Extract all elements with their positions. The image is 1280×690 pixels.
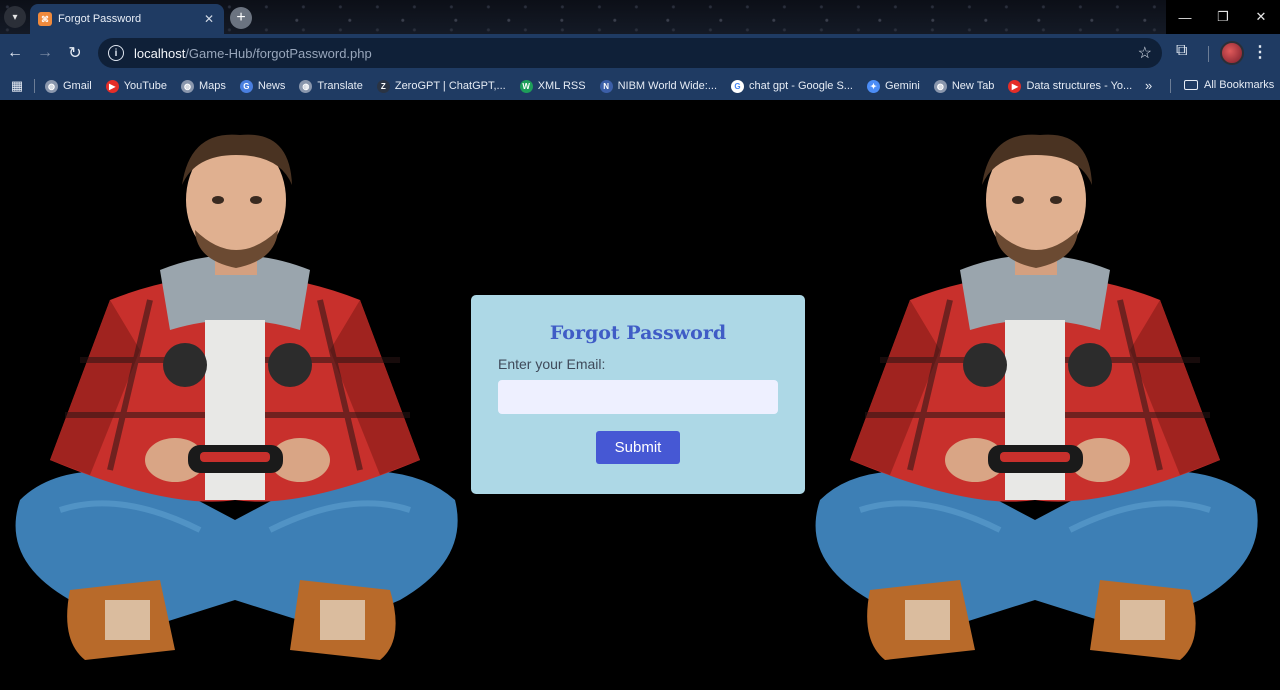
bookmark-star-icon[interactable]: ☆ bbox=[1138, 43, 1152, 63]
bookmark-label: Data structures - Yo... bbox=[1026, 80, 1133, 92]
bookmark-item[interactable]: ▶ YouTube bbox=[105, 79, 167, 93]
bookmark-label: XML RSS bbox=[537, 80, 586, 92]
zerogpt-icon: Z bbox=[376, 79, 390, 93]
bookmark-item[interactable]: N NIBM World Wide:... bbox=[599, 79, 718, 93]
globe-icon: ◍ bbox=[933, 79, 947, 93]
youtube-icon: ▶ bbox=[1008, 79, 1022, 93]
tab-strip: ▾ ⌘ Forgot Password ✕ + — ❐ ✕ bbox=[0, 0, 1280, 34]
bookmark-item[interactable]: Gchat gpt - Google S... bbox=[731, 79, 853, 93]
close-window-icon[interactable]: ✕ bbox=[1242, 0, 1280, 34]
tab-active[interactable]: ⌘ Forgot Password ✕ bbox=[30, 4, 224, 34]
new-tab-button[interactable]: + bbox=[230, 7, 252, 29]
folder-icon bbox=[1184, 80, 1198, 90]
gamer-illustration-left bbox=[15, 134, 458, 660]
restore-icon[interactable]: ❐ bbox=[1204, 0, 1242, 34]
address-bar[interactable]: i localhost/Game-Hub/forgotPassword.php … bbox=[98, 38, 1162, 68]
extensions-icon[interactable]: ⧉ bbox=[1176, 42, 1187, 60]
bookmark-item[interactable]: Z ZeroGPT | ChatGPT,... bbox=[376, 79, 506, 93]
bookmark-item[interactable]: ◍ New Tab bbox=[933, 79, 995, 93]
more-menu-icon[interactable]: ⋮ bbox=[1252, 42, 1268, 62]
url-path: /Game-Hub/forgotPassword.php bbox=[185, 45, 372, 61]
bookmark-label: Translate bbox=[317, 80, 363, 92]
tab-search-icon[interactable]: ▾ bbox=[4, 6, 26, 28]
profile-avatar[interactable] bbox=[1220, 41, 1244, 65]
bookmark-label: NIBM World Wide:... bbox=[617, 80, 718, 92]
page-viewport: Forgot Password Enter your Email: Submit bbox=[0, 100, 1280, 690]
bookmarks-bar: ▦ ◍ Gmail ▶ YouTube ◍ Maps G News ◍ Translate Z Zer… bbox=[0, 72, 1280, 100]
back-icon[interactable]: ← bbox=[0, 38, 30, 68]
google-news-icon: G bbox=[239, 79, 253, 93]
bookmark-label: News bbox=[257, 80, 286, 92]
bookmark-item[interactable]: ✦ Gemini bbox=[866, 79, 920, 93]
email-label: Enter your Email: bbox=[498, 356, 606, 372]
bookmark-item[interactable]: ▶ Data structures - Yo... bbox=[1008, 79, 1133, 93]
xampp-favicon-icon: ⌘ bbox=[38, 12, 52, 26]
bookmark-item[interactable]: G News bbox=[239, 79, 286, 93]
forward-icon[interactable]: → bbox=[30, 38, 60, 68]
url-host: localhost bbox=[134, 45, 186, 61]
w-icon: W bbox=[519, 79, 533, 93]
site-info-icon[interactable]: i bbox=[108, 45, 124, 61]
more-bookmarks-icon[interactable]: » bbox=[1145, 78, 1152, 93]
bookmark-item[interactable]: ◍ Maps bbox=[180, 79, 226, 93]
bookmark-label: Gmail bbox=[63, 80, 92, 92]
email-input[interactable] bbox=[498, 380, 778, 414]
page-title: Forgot Password bbox=[549, 322, 727, 344]
bookmarks-divider bbox=[34, 79, 35, 93]
apps-grid-icon[interactable]: ▦ bbox=[0, 78, 34, 94]
youtube-icon: ▶ bbox=[105, 79, 119, 93]
bookmark-label: Gemini bbox=[884, 80, 920, 92]
google-icon: G bbox=[731, 79, 745, 93]
bookmark-label: chat gpt - Google S... bbox=[749, 80, 853, 92]
reload-icon[interactable]: ↻ bbox=[60, 38, 90, 68]
globe-icon: ◍ bbox=[180, 79, 194, 93]
bookmark-item[interactable]: ◍ Gmail bbox=[45, 79, 92, 93]
minimize-icon[interactable]: — bbox=[1166, 0, 1204, 34]
window-controls: — ❐ ✕ bbox=[1166, 0, 1280, 34]
bookmark-label: New Tab bbox=[951, 80, 995, 92]
bookmarks-divider bbox=[1170, 79, 1171, 93]
all-bookmarks-button[interactable]: All Bookmarks bbox=[1184, 79, 1274, 91]
bookmark-list: ◍ Gmail ▶ YouTube ◍ Maps G News ◍ Translate Z ZeroG… bbox=[45, 79, 1146, 93]
globe-icon: ◍ bbox=[45, 79, 58, 93]
toolbar-divider bbox=[1208, 46, 1209, 62]
all-bookmarks-label: All Bookmarks bbox=[1204, 79, 1275, 91]
forgot-password-card: Forgot Password Enter your Email: Submit bbox=[471, 295, 805, 494]
tab-title: Forgot Password bbox=[58, 13, 142, 25]
submit-button[interactable]: Submit bbox=[596, 431, 680, 464]
bookmark-item[interactable]: W XML RSS bbox=[519, 79, 586, 93]
bookmark-label: ZeroGPT | ChatGPT,... bbox=[394, 80, 506, 92]
gamer-illustration-right bbox=[800, 130, 1270, 670]
bookmark-label: Maps bbox=[198, 80, 226, 92]
browser-toolbar: ← → ↻ i localhost/Game-Hub/forgotPasswor… bbox=[0, 34, 1280, 72]
bookmark-item[interactable]: ◍ Translate bbox=[299, 79, 363, 93]
tab-close-icon[interactable]: ✕ bbox=[202, 12, 216, 26]
gemini-icon: ✦ bbox=[866, 79, 880, 93]
bookmark-label: YouTube bbox=[123, 80, 167, 92]
globe-icon: ◍ bbox=[299, 79, 313, 93]
nibm-icon: N bbox=[599, 79, 613, 93]
